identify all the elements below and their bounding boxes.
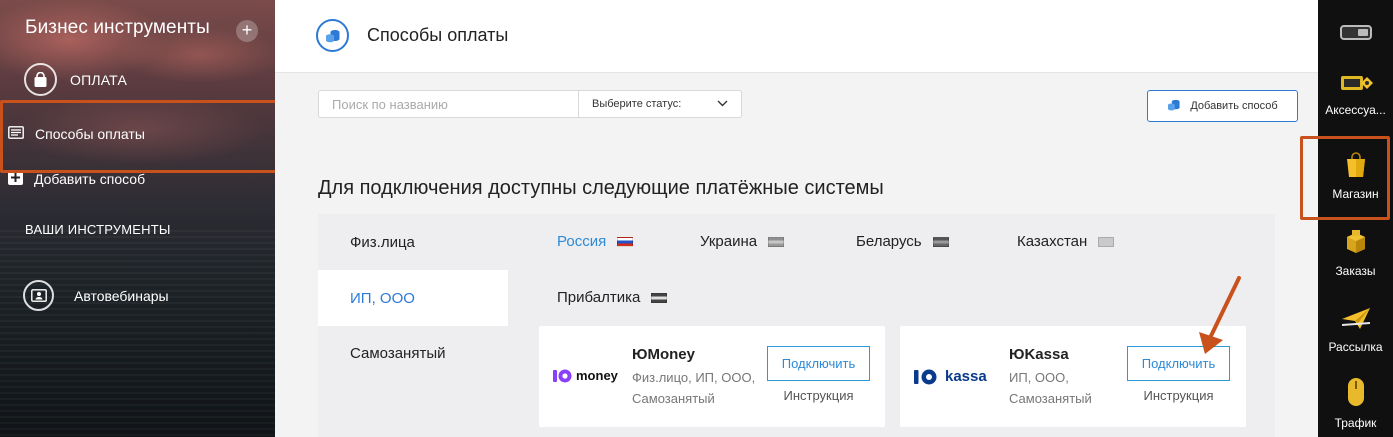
dock-item-label: Заказы <box>1335 264 1376 278</box>
sidebar-section-payment[interactable]: ОПЛАТА <box>24 63 127 96</box>
highlight-shop <box>1300 136 1390 220</box>
yoomoney-logo-text: money <box>576 368 618 383</box>
tab-individuals[interactable]: Физ.лица <box>318 214 508 270</box>
country-tab-kazakhstan[interactable]: Казахстан <box>1017 233 1115 250</box>
dock-toggle-switch[interactable] <box>1340 25 1372 40</box>
status-select[interactable]: Выберите статус: <box>578 90 742 118</box>
country-label: Украина <box>700 233 758 250</box>
provider-card-yoomoney: money ЮMoney Физ.лицо, ИП, ООО, Самозаня… <box>539 326 885 427</box>
tab-ip-ooo[interactable]: ИП, ООО <box>318 270 508 326</box>
dock-item-orders[interactable]: Заказы <box>1318 229 1393 278</box>
sidebar-section-label: ОПЛАТА <box>70 71 128 88</box>
yookassa-logo-text: kassa <box>945 368 987 385</box>
entity-tabs: Физ.лица ИП, ООО Самозанятый <box>318 214 508 437</box>
country-tab-baltics[interactable]: Прибалтика <box>557 289 668 306</box>
section-heading: Для подключения доступны следующие платё… <box>318 177 884 199</box>
country-label: Россия <box>557 233 607 250</box>
dock-item-traffic[interactable]: Трафик <box>1318 377 1393 430</box>
add-tool-button[interactable]: + <box>236 20 258 42</box>
yookassa-logo: kassa <box>914 368 987 385</box>
annotation-arrow-icon <box>1199 276 1241 354</box>
top-bar: Способы оплаты <box>275 0 1318 73</box>
dock-item-label: Аксессуа... <box>1325 103 1386 117</box>
mailing-plane-icon <box>1318 305 1393 334</box>
main-content: Способы оплаты Выберите статус: Добавить… <box>275 0 1318 437</box>
dock-item-label: Трафик <box>1334 416 1377 430</box>
instruction-link[interactable]: Инструкция <box>767 388 870 403</box>
sidebar-section-tools: ВАШИ ИНСТРУМЕНТЫ <box>25 222 171 237</box>
page-title: Способы оплаты <box>367 25 509 45</box>
country-label: Беларусь <box>856 233 922 250</box>
yoomoney-logo: money <box>553 368 618 383</box>
flag-kazakhstan-icon <box>1098 236 1115 247</box>
connect-button[interactable]: Подключить <box>767 346 870 381</box>
shopping-bag-icon <box>24 63 57 96</box>
dock-item-accessories[interactable]: Аксессуа... <box>1318 72 1393 117</box>
orders-box-icon <box>1318 229 1393 258</box>
coins-stack-icon <box>316 19 349 52</box>
sidebar: Бизнес инструменты + ОПЛАТА Способы опла… <box>0 0 275 437</box>
coins-stack-icon <box>1167 99 1181 114</box>
flag-ukraine-icon <box>768 236 785 247</box>
chevron-down-icon <box>717 98 728 110</box>
provider-description: Физ.лицо, ИП, ООО, Самозанятый <box>632 370 756 406</box>
yookassa-logo-icon <box>914 369 937 384</box>
tab-self-employed[interactable]: Самозанятый <box>318 325 508 381</box>
mouse-icon <box>1318 377 1393 410</box>
id-card-icon <box>23 280 54 311</box>
sidebar-title: Бизнес инструменты <box>25 17 210 38</box>
provider-name: ЮMoney <box>632 346 695 363</box>
country-tab-ukraine[interactable]: Украина <box>700 233 785 250</box>
accessories-icon <box>1318 72 1393 97</box>
sidebar-item-label: Добавить способ <box>34 171 146 187</box>
status-select-value: Выберите статус: <box>592 98 682 110</box>
country-tab-russia[interactable]: Россия <box>557 233 634 250</box>
add-method-label: Добавить способ <box>1190 100 1278 112</box>
add-method-button[interactable]: Добавить способ <box>1147 90 1298 122</box>
instruction-link[interactable]: Инструкция <box>1127 388 1230 403</box>
sidebar-background <box>0 230 275 437</box>
dock-item-mailing[interactable]: Рассылка <box>1318 305 1393 354</box>
yoomoney-logo-icon <box>553 369 572 382</box>
country-tab-belarus[interactable]: Беларусь <box>856 233 949 250</box>
sidebar-item-autowebinars[interactable]: Автовебинары <box>23 280 169 311</box>
provider-name: ЮKassa <box>1009 346 1069 363</box>
sidebar-item-label: Автовебинары <box>74 287 169 304</box>
flag-russia-icon <box>617 236 634 247</box>
country-label: Прибалтика <box>557 289 641 306</box>
flag-belarus-icon <box>932 236 949 247</box>
search-input[interactable] <box>318 90 579 118</box>
highlight-payment-methods <box>0 100 293 173</box>
provider-description: ИП, ООО, Самозанятый <box>1009 370 1092 406</box>
country-label: Казахстан <box>1017 233 1088 250</box>
flag-baltics-icon <box>651 292 668 303</box>
dock-item-label: Рассылка <box>1328 340 1383 354</box>
